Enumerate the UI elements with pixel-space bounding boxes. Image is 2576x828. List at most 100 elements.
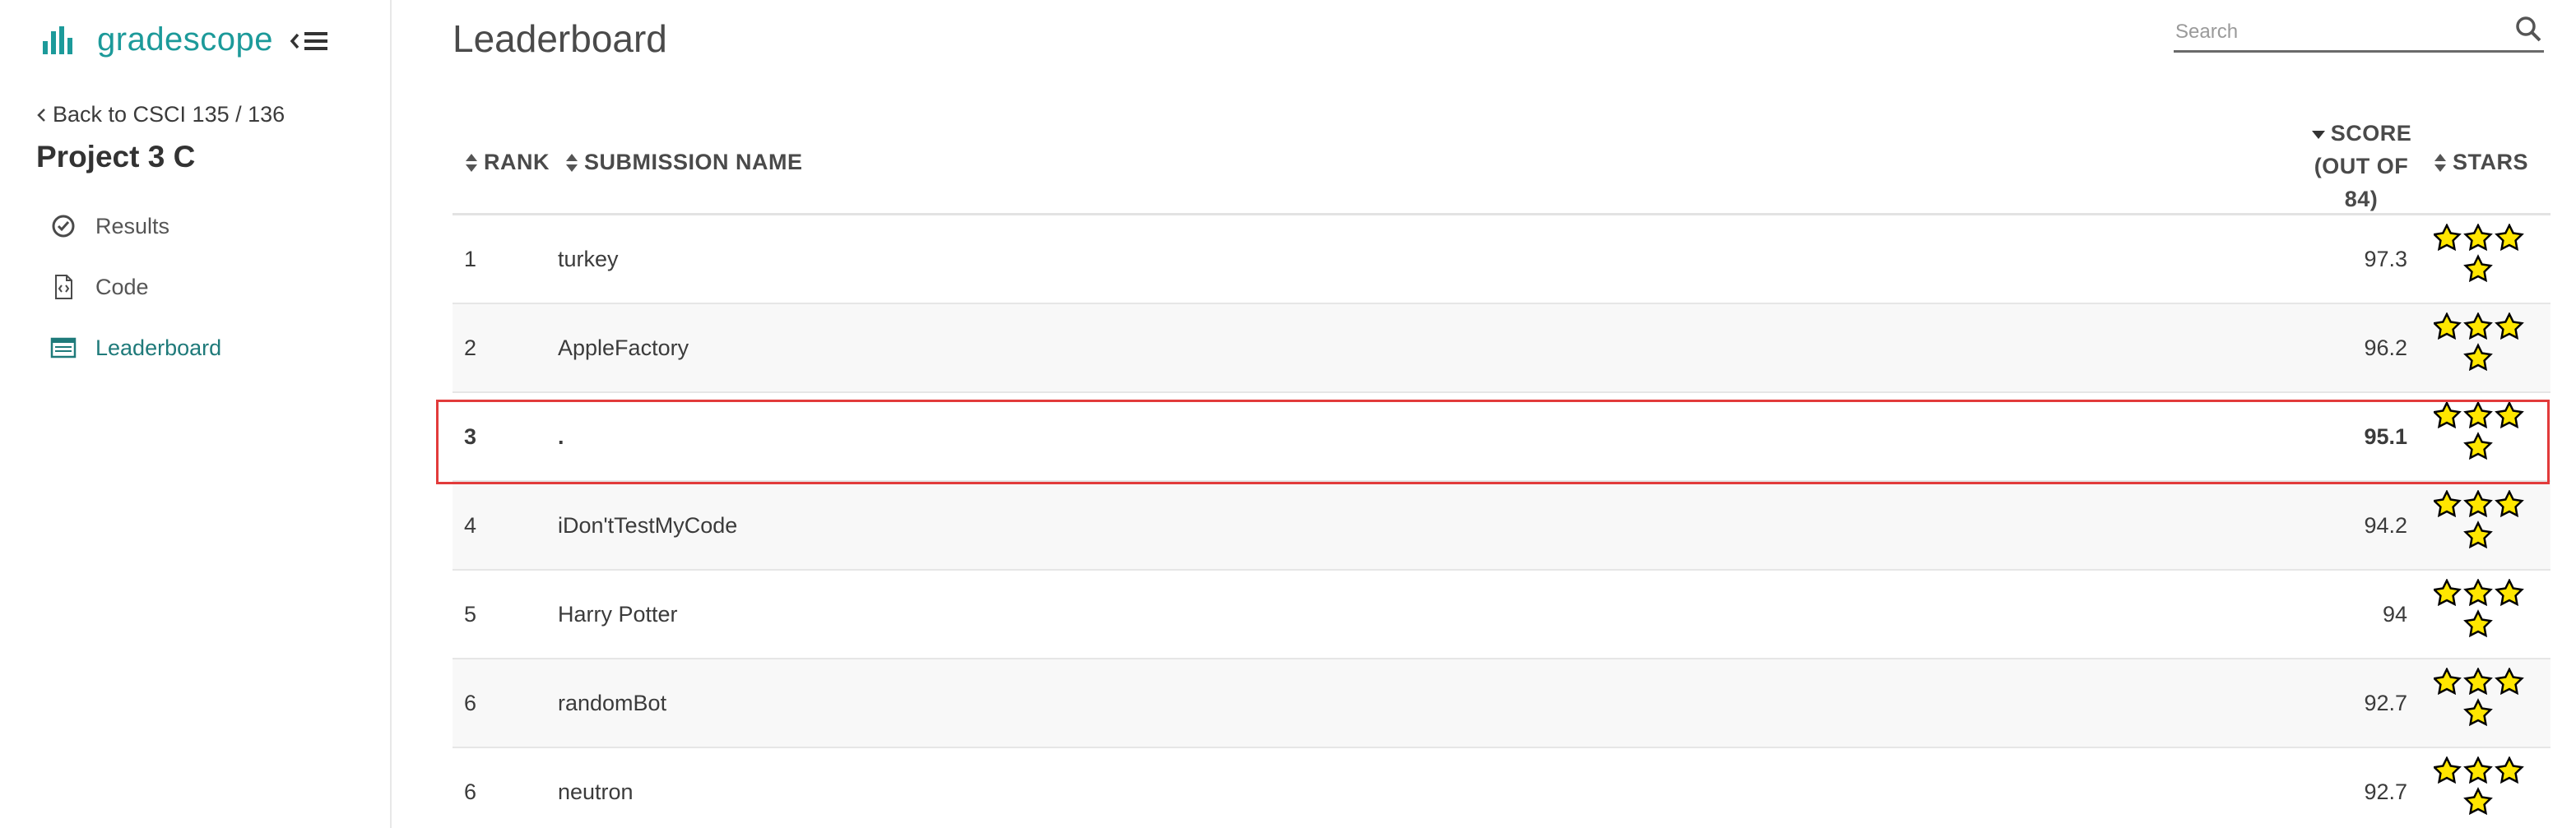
search-box xyxy=(2174,12,2544,53)
leaderboard-table: RANK SUBMISSION NAME SCORE (OUT OF 84) S… xyxy=(453,110,2550,828)
back-to-course-link[interactable]: Back to CSCI 135 / 136 xyxy=(36,102,285,127)
star-cluster xyxy=(2432,489,2524,549)
star-icon xyxy=(2432,312,2462,340)
star-icon xyxy=(2432,223,2462,252)
sort-icon xyxy=(466,153,477,172)
star-icon xyxy=(2432,578,2462,607)
sidebar: gradescope Back to CSCI 135 / 136 Projec… xyxy=(0,0,392,828)
column-header-label: SCORE xyxy=(2330,121,2412,146)
stars-cell xyxy=(2432,578,2524,653)
star-icon xyxy=(2495,756,2524,784)
star-icon xyxy=(2463,223,2493,252)
brand-name: gradescope xyxy=(97,21,274,58)
star-icon xyxy=(2463,787,2493,816)
stars-cell xyxy=(2432,667,2524,742)
sort-descending-icon xyxy=(2311,131,2325,139)
column-header-stars[interactable]: STARS xyxy=(2433,150,2528,175)
star-icon xyxy=(2495,223,2524,252)
column-header-submission-name[interactable]: SUBMISSION NAME xyxy=(564,150,803,175)
star-icon xyxy=(2495,667,2524,696)
star-icon xyxy=(2463,400,2493,429)
column-header-score[interactable]: SCORE (OUT OF 84) xyxy=(2304,117,2419,215)
submission-name-cell: . xyxy=(558,424,564,449)
stars-cell xyxy=(2432,400,2524,475)
score-cell: 92.7 xyxy=(2364,779,2407,804)
star-icon xyxy=(2463,254,2493,283)
table-body: 1 turkey 97.3 2 AppleFactory 96.2 3 . 95… xyxy=(453,215,2550,828)
rank-cell: 3 xyxy=(464,424,477,449)
table-row[interactable]: 2 AppleFactory 96.2 xyxy=(453,304,2550,393)
table-row-highlighted[interactable]: 3 . 95.1 xyxy=(453,393,2550,482)
star-cluster xyxy=(2432,400,2524,460)
brand[interactable]: gradescope xyxy=(43,21,273,58)
search-input[interactable] xyxy=(2174,15,2506,49)
star-icon xyxy=(2463,578,2493,607)
star-icon xyxy=(2463,698,2493,727)
star-cluster xyxy=(2432,223,2524,283)
star-icon xyxy=(2463,489,2493,518)
course-title: Project 3 C xyxy=(36,140,196,173)
back-link-label: Back to CSCI 135 / 136 xyxy=(53,102,285,127)
chevron-left-icon xyxy=(37,108,45,122)
table-header: RANK SUBMISSION NAME SCORE (OUT OF 84) S… xyxy=(453,110,2550,215)
star-icon xyxy=(2463,667,2493,696)
submission-name-cell: randomBot xyxy=(558,691,667,715)
score-cell: 94 xyxy=(2382,602,2407,627)
table-row[interactable]: 4 iDon'tTestMyCode 94.2 xyxy=(453,482,2550,571)
search-icon[interactable] xyxy=(2514,15,2542,43)
rank-cell: 6 xyxy=(464,779,477,804)
star-icon xyxy=(2495,400,2524,429)
submission-name-cell: turkey xyxy=(558,247,619,271)
column-header-label: SUBMISSION NAME xyxy=(584,150,803,174)
sort-icon xyxy=(566,153,578,172)
submission-name-cell: iDon'tTestMyCode xyxy=(558,513,738,538)
star-icon xyxy=(2463,432,2493,460)
star-icon xyxy=(2432,400,2462,429)
sidebar-item-label: Results xyxy=(95,213,170,238)
sidebar-nav: Results Code Leaderboard xyxy=(36,196,365,378)
app: gradescope Back to CSCI 135 / 136 Projec… xyxy=(0,0,2576,828)
code-file-icon xyxy=(55,275,72,299)
star-icon xyxy=(2463,609,2493,638)
column-header-label: 84) xyxy=(2344,187,2379,211)
submission-name-cell: AppleFactory xyxy=(558,335,689,360)
table-row[interactable]: 6 randomBot 92.7 xyxy=(453,659,2550,748)
star-icon xyxy=(2495,578,2524,607)
star-icon xyxy=(2463,312,2493,340)
score-cell: 96.2 xyxy=(2364,335,2407,360)
stars-cell xyxy=(2432,756,2524,828)
score-cell: 97.3 xyxy=(2364,247,2407,271)
sidebar-item-leaderboard[interactable]: Leaderboard xyxy=(36,317,365,378)
star-cluster xyxy=(2432,667,2524,727)
table-row[interactable]: 6 neutron 92.7 xyxy=(453,748,2550,828)
rank-cell: 6 xyxy=(464,691,477,715)
collapse-sidebar-button[interactable] xyxy=(290,25,336,58)
star-cluster xyxy=(2432,756,2524,816)
star-cluster xyxy=(2432,312,2524,372)
star-icon xyxy=(2463,343,2493,372)
sidebar-item-results[interactable]: Results xyxy=(36,196,365,257)
star-icon xyxy=(2432,756,2462,784)
table-row[interactable]: 1 turkey 97.3 xyxy=(453,215,2550,304)
check-circle-icon xyxy=(52,215,75,238)
main-content: Leaderboard RANK xyxy=(392,0,2576,828)
stars-cell xyxy=(2432,312,2524,386)
collapse-menu-icon xyxy=(290,32,327,50)
rank-cell: 2 xyxy=(464,335,477,360)
sidebar-item-label: Leaderboard xyxy=(95,335,222,360)
submission-name-cell: neutron xyxy=(558,779,634,804)
column-header-label: RANK xyxy=(484,150,550,174)
star-icon xyxy=(2495,312,2524,340)
column-header-label: STARS xyxy=(2453,150,2529,174)
sidebar-item-code[interactable]: Code xyxy=(36,257,365,317)
page-title: Leaderboard xyxy=(453,17,667,60)
column-header-rank[interactable]: RANK xyxy=(464,150,550,175)
stars-cell xyxy=(2432,223,2524,298)
star-icon xyxy=(2432,667,2462,696)
list-icon xyxy=(50,337,77,358)
star-icon xyxy=(2463,756,2493,784)
rank-cell: 4 xyxy=(464,513,477,538)
table-row[interactable]: 5 Harry Potter 94 xyxy=(453,571,2550,659)
submission-name-cell: Harry Potter xyxy=(558,602,678,627)
star-icon xyxy=(2495,489,2524,518)
